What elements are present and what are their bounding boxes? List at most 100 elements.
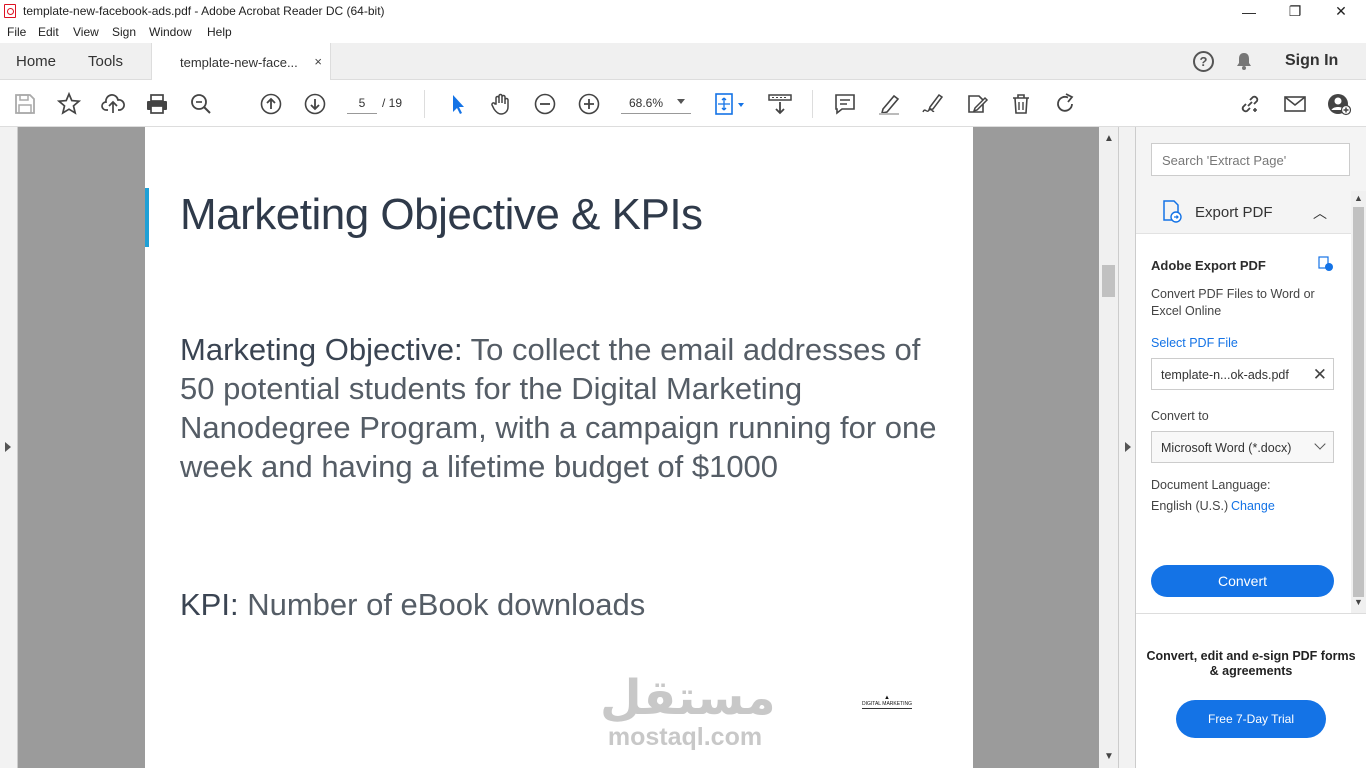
kpi-text: Number of eBook downloads xyxy=(238,587,646,622)
zoom-out-icon[interactable] xyxy=(533,92,557,116)
toolbar: / 19 68.6% xyxy=(0,80,1366,127)
pane-scroll-down-icon[interactable]: ▼ xyxy=(1354,597,1363,607)
chevron-down-icon xyxy=(1314,438,1326,450)
select-cursor-icon[interactable] xyxy=(446,92,470,116)
scroll-up-icon[interactable]: ▲ xyxy=(1104,133,1114,144)
upload-cloud-icon[interactable] xyxy=(101,92,125,116)
kpi-label: KPI: xyxy=(180,587,239,622)
menu-view[interactable]: View xyxy=(73,25,99,39)
chevron-down-icon xyxy=(677,99,685,104)
draw-sign-icon[interactable] xyxy=(921,92,945,116)
close-window-button[interactable]: ✕ xyxy=(1318,0,1364,23)
notification-bell-icon[interactable] xyxy=(1236,52,1252,70)
pane-scrollbar-thumb[interactable] xyxy=(1353,207,1364,597)
window-title: template-new-facebook-ads.pdf - Adobe Ac… xyxy=(23,4,385,18)
tools-search-input[interactable]: Search 'Extract Page' xyxy=(1151,143,1350,176)
menu-sign[interactable]: Sign xyxy=(112,25,136,39)
scroll-mode-icon[interactable] xyxy=(768,92,792,116)
title-accent-bar xyxy=(145,188,149,247)
watermark-arabic: مستقل xyxy=(600,670,776,726)
document-scrollbar[interactable]: ▲ ▼ xyxy=(1099,127,1118,768)
bookmark-star-icon[interactable] xyxy=(56,91,82,116)
menu-window[interactable]: Window xyxy=(149,25,192,39)
menu-file[interactable]: File xyxy=(7,25,26,39)
pane-scrollbar[interactable]: ▲ ▼ xyxy=(1351,191,1366,613)
minimize-button[interactable]: — xyxy=(1226,0,1272,23)
select-pdf-file-label: Select PDF File xyxy=(1151,336,1238,350)
toolbar-divider xyxy=(812,90,813,118)
scroll-down-icon[interactable]: ▼ xyxy=(1104,751,1114,762)
tab-tools[interactable]: Tools xyxy=(88,43,123,80)
scrollbar-thumb[interactable] xyxy=(1102,265,1115,297)
selected-file-field[interactable]: template-n...ok-ads.pdf ✕ xyxy=(1151,358,1334,390)
menu-edit[interactable]: Edit xyxy=(38,25,59,39)
chevron-up-icon[interactable]: ︿ xyxy=(1313,203,1327,223)
selected-file-name: template-n...ok-ads.pdf xyxy=(1161,368,1289,382)
zoom-search-icon[interactable] xyxy=(189,92,213,116)
tab-home[interactable]: Home xyxy=(16,43,56,80)
toolbar-divider xyxy=(424,90,425,118)
expand-arrow-icon xyxy=(5,442,11,452)
left-panel-toggle[interactable] xyxy=(0,127,18,768)
acrobat-app-icon xyxy=(4,4,16,18)
export-pdf-header[interactable]: Export PDF ︿ xyxy=(1136,191,1351,233)
free-trial-button[interactable]: Free 7-Day Trial xyxy=(1176,700,1326,738)
export-pdf-icon xyxy=(1163,200,1182,223)
rotate-icon[interactable] xyxy=(1053,92,1077,116)
pane-scroll-up-icon[interactable]: ▲ xyxy=(1354,193,1363,203)
promo-text: Convert, edit and e-sign PDF forms & agr… xyxy=(1146,649,1356,678)
adobe-export-heading: Adobe Export PDF xyxy=(1151,258,1266,273)
objective-label: Marketing Objective: xyxy=(180,332,463,367)
collapse-arrow-icon xyxy=(1125,442,1131,452)
watermark-latin: mostaql.com xyxy=(607,723,763,751)
page-title: Marketing Objective & KPIs xyxy=(180,190,703,239)
print-icon[interactable] xyxy=(145,92,169,116)
page-number-input[interactable] xyxy=(347,92,377,114)
page-total: / 19 xyxy=(382,96,403,110)
tab-close-icon[interactable]: × xyxy=(314,54,322,69)
next-page-icon[interactable] xyxy=(303,92,327,116)
tab-bar: Home Tools template-new-face... × ? Sign… xyxy=(0,43,1366,81)
save-icon[interactable] xyxy=(13,92,37,116)
right-pane-toggle[interactable] xyxy=(1118,127,1136,768)
document-language-label: Document Language: xyxy=(1151,478,1271,492)
sign-in-button[interactable]: Sign In xyxy=(1285,52,1338,70)
zoom-level-dropdown[interactable]: 68.6% xyxy=(621,92,691,114)
menu-help[interactable]: Help xyxy=(207,25,232,39)
tab-document[interactable]: template-new-face... × xyxy=(151,43,331,81)
export-pdf-title: Export PDF xyxy=(1195,204,1273,221)
comment-icon[interactable] xyxy=(833,92,857,116)
zoom-in-icon[interactable] xyxy=(577,92,601,116)
help-icon[interactable]: ? xyxy=(1193,51,1214,72)
menu-bar: File Edit View Sign Window Help xyxy=(0,23,1366,43)
share-link-icon[interactable] xyxy=(1238,92,1262,116)
document-language-value: English (U.S.) xyxy=(1151,499,1229,513)
digital-marketing-logo: ▲ DIGITAL MARKETING xyxy=(862,695,913,709)
marketing-objective-paragraph: Marketing Objective: To collect the emai… xyxy=(180,330,960,486)
restore-button[interactable]: ❐ xyxy=(1272,0,1318,23)
title-bar: template-new-facebook-ads.pdf - Adobe Ac… xyxy=(0,0,1366,23)
export-pdf-panel: Adobe Export PDF Convert PDF Files to Wo… xyxy=(1136,233,1351,613)
convert-to-label: Convert to xyxy=(1151,409,1209,423)
highlight-pen-icon[interactable] xyxy=(877,92,901,116)
export-description: Convert PDF Files to Word or Excel Onlin… xyxy=(1151,287,1315,318)
zoom-level-value: 68.6% xyxy=(629,96,664,110)
delete-trash-icon[interactable] xyxy=(1009,92,1033,116)
promo-box: Convert, edit and e-sign PDF forms & agr… xyxy=(1136,613,1366,768)
convert-format-value: Microsoft Word (*.docx) xyxy=(1161,441,1292,455)
convert-button[interactable]: Convert xyxy=(1151,565,1334,597)
email-envelope-icon[interactable] xyxy=(1283,92,1307,116)
change-language-link[interactable]: Change xyxy=(1231,499,1275,513)
export-info-icon[interactable] xyxy=(1318,256,1334,272)
tools-pane: Search 'Extract Page' Export PDF ︿ Adobe… xyxy=(1136,127,1366,768)
convert-format-select[interactable]: Microsoft Word (*.docx) xyxy=(1151,431,1334,463)
clear-file-icon[interactable]: ✕ xyxy=(1313,365,1327,385)
tab-document-label: template-new-face... xyxy=(180,54,298,70)
add-user-icon[interactable] xyxy=(1327,92,1352,116)
mostaql-watermark: مستقل mostaql.com xyxy=(600,670,776,752)
pdf-page: Marketing Objective & KPIs Marketing Obj… xyxy=(145,127,973,768)
page-fit-icon[interactable] xyxy=(714,92,748,116)
hand-tool-icon[interactable] xyxy=(489,92,513,116)
edit-pdf-icon[interactable] xyxy=(965,92,989,116)
previous-page-icon[interactable] xyxy=(259,92,283,116)
